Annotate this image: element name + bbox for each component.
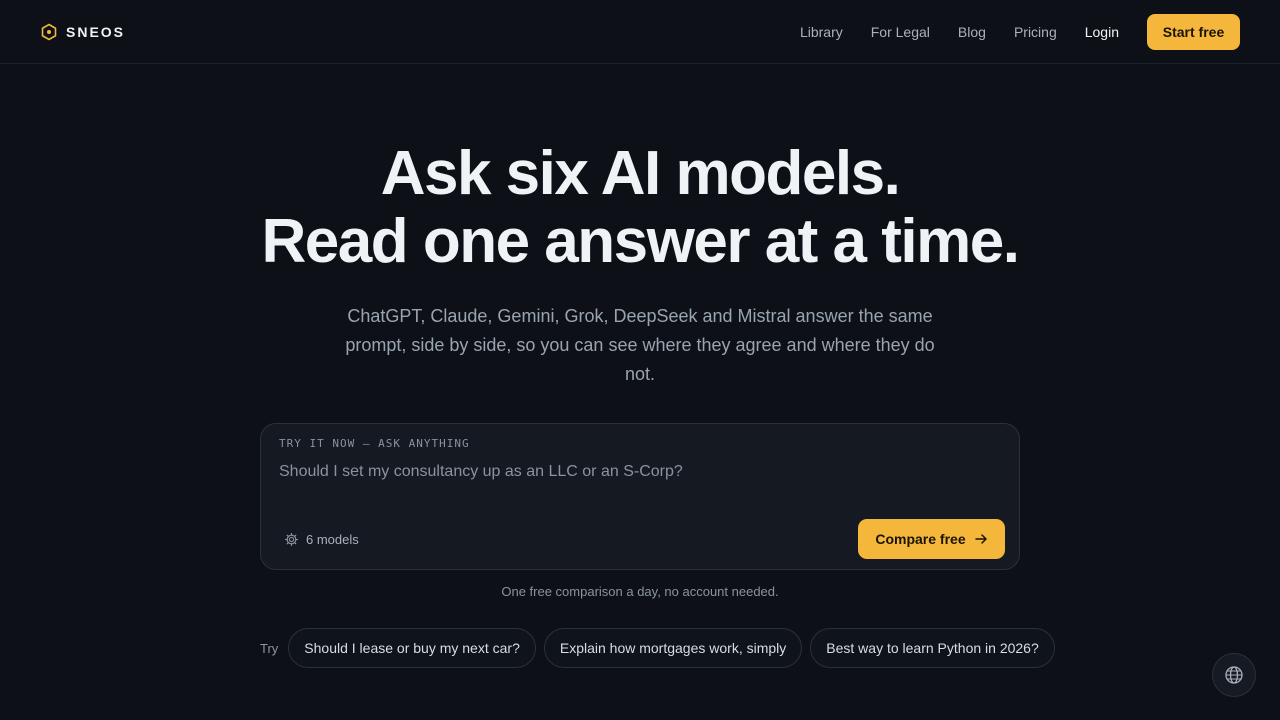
hero-headline-line-2: Read one answer at a time.	[261, 207, 1020, 276]
hexagon-logo-icon	[41, 23, 57, 41]
brand-name: SNEOS	[66, 24, 126, 40]
login-link[interactable]: Login	[1085, 24, 1119, 40]
hero-headline: Ask six AI models. Read one answer at a …	[0, 140, 1280, 276]
models-count-label: 6 models	[306, 531, 359, 547]
arrow-right-icon	[974, 534, 987, 544]
site-header: SNEOS Library For Legal Blog Pricing Log…	[0, 0, 1280, 64]
free-comparison-note: One free comparison a day, no account ne…	[501, 584, 779, 599]
prompt-card: TRY IT NOW — ASK ANYTHING 6 models Compa…	[260, 423, 1020, 570]
compare-free-button[interactable]: Compare free	[858, 519, 1005, 559]
globe-icon	[1225, 666, 1243, 684]
compare-free-label: Compare free	[875, 531, 966, 547]
hero-headline-line-1: Ask six AI models.	[380, 139, 901, 208]
nav-link-library[interactable]: Library	[800, 24, 843, 40]
language-button[interactable]	[1212, 653, 1256, 697]
suggestion-chip-mortgages[interactable]: Explain how mortgages work, simply	[543, 628, 803, 668]
try-label: Try	[260, 640, 279, 656]
nav-link-blog[interactable]: Blog	[958, 24, 986, 40]
hero-subhead: ChatGPT, Claude, Gemini, Grok, DeepSeek …	[345, 306, 935, 384]
suggestion-chip-learn-python[interactable]: Best way to learn Python in 2026?	[810, 628, 1055, 668]
try-suggestions: Try Should I lease or buy my next car? E…	[260, 628, 1063, 668]
gear-icon	[284, 532, 299, 546]
brand-logo[interactable]: SNEOS	[40, 22, 125, 42]
prompt-input[interactable]	[279, 460, 979, 484]
prompt-card-label: TRY IT NOW — ASK ANYTHING	[279, 437, 470, 450]
start-free-button[interactable]: Start free	[1147, 14, 1240, 50]
models-selector[interactable]: 6 models	[284, 530, 359, 548]
suggestion-chip-lease-or-buy[interactable]: Should I lease or buy my next car?	[288, 628, 536, 668]
nav-link-for-legal[interactable]: For Legal	[871, 24, 930, 40]
main-nav: Library For Legal Blog Pricing Login Sta…	[800, 14, 1240, 50]
nav-link-pricing[interactable]: Pricing	[1014, 24, 1057, 40]
